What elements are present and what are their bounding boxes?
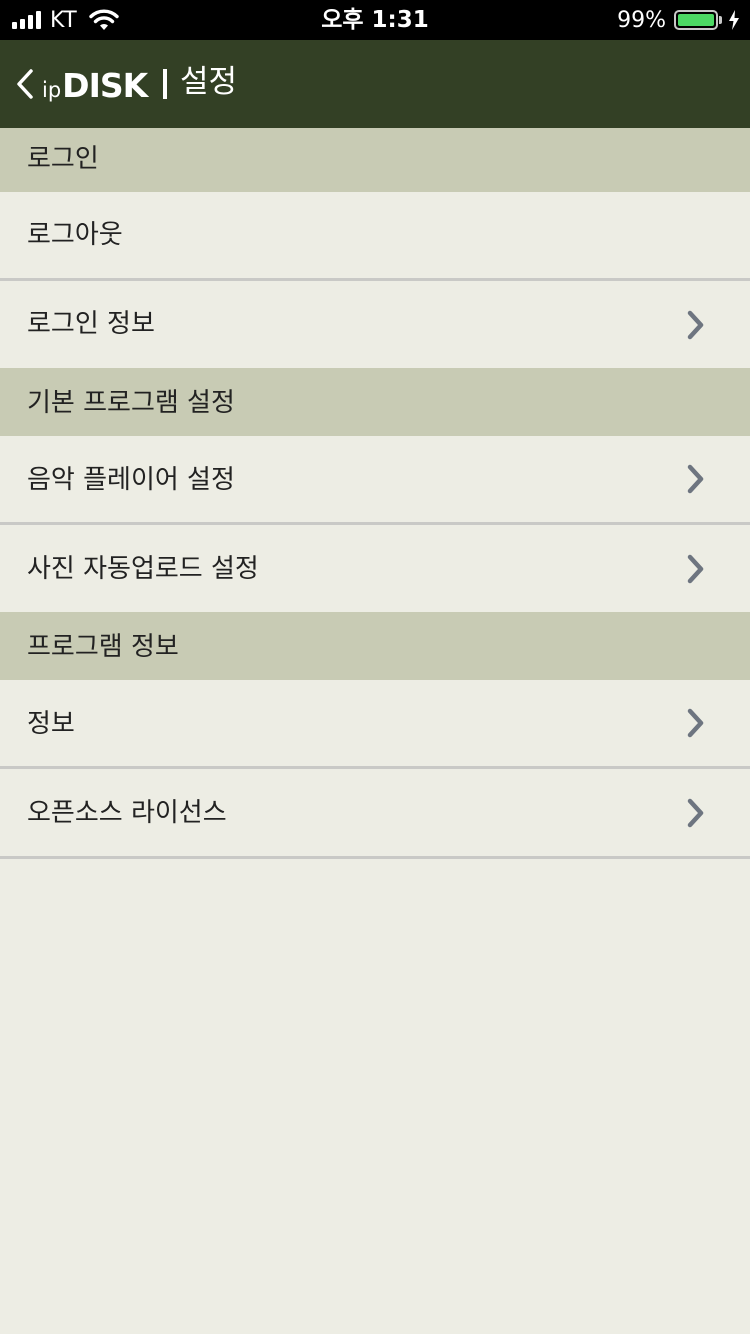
row-label: 로그아웃 xyxy=(27,220,123,250)
row-label: 로그인 정보 xyxy=(27,309,155,339)
login-info-row[interactable]: 로그인 정보 xyxy=(0,281,750,368)
ipdisk-logo: ip DISK xyxy=(42,64,148,105)
info-row[interactable]: 정보 xyxy=(0,680,750,766)
section-header-label: 기본 프로그램 설정 xyxy=(27,388,235,418)
chevron-right-icon xyxy=(687,798,704,827)
charging-bolt-icon xyxy=(728,10,740,30)
row-separator xyxy=(0,856,750,859)
back-button[interactable] xyxy=(8,62,42,106)
logout-row[interactable]: 로그아웃 xyxy=(0,192,750,278)
logo-ip-text: ip xyxy=(42,78,62,102)
logo-disk-text: DISK xyxy=(62,66,148,105)
row-label: 정보 xyxy=(27,709,75,739)
section-header-program-info: 프로그램 정보 xyxy=(0,612,750,680)
chevron-right-icon xyxy=(687,554,704,583)
battery-fill xyxy=(678,14,714,26)
chevron-right-icon xyxy=(687,708,704,738)
battery-nub xyxy=(719,16,722,24)
navigation-bar: ip DISK 설정 xyxy=(0,40,750,128)
battery-percent: 99% xyxy=(617,7,666,33)
chevron-left-icon xyxy=(17,69,33,99)
row-label: 음악 플레이어 설정 xyxy=(27,465,235,495)
battery-icon xyxy=(674,10,718,30)
section-header-login: 로그인 xyxy=(0,128,750,192)
page-title: 설정 xyxy=(180,64,238,100)
nav-divider xyxy=(163,69,167,99)
chevron-right-icon xyxy=(687,464,704,494)
row-label: 오픈소스 라이선스 xyxy=(27,798,227,828)
photo-auto-upload-settings-row[interactable]: 사진 자동업로드 설정 xyxy=(0,525,750,612)
section-header-default-programs: 기본 프로그램 설정 xyxy=(0,368,750,436)
row-label: 사진 자동업로드 설정 xyxy=(27,554,259,584)
status-bar: KT 오후 1:31 99% xyxy=(0,0,750,40)
chevron-right-icon xyxy=(687,310,704,339)
open-source-license-row[interactable]: 오픈소스 라이선스 xyxy=(0,769,750,856)
status-right: 99% xyxy=(617,0,740,40)
section-header-label: 로그인 xyxy=(27,144,99,174)
section-header-label: 프로그램 정보 xyxy=(27,632,179,662)
music-player-settings-row[interactable]: 음악 플레이어 설정 xyxy=(0,436,750,522)
